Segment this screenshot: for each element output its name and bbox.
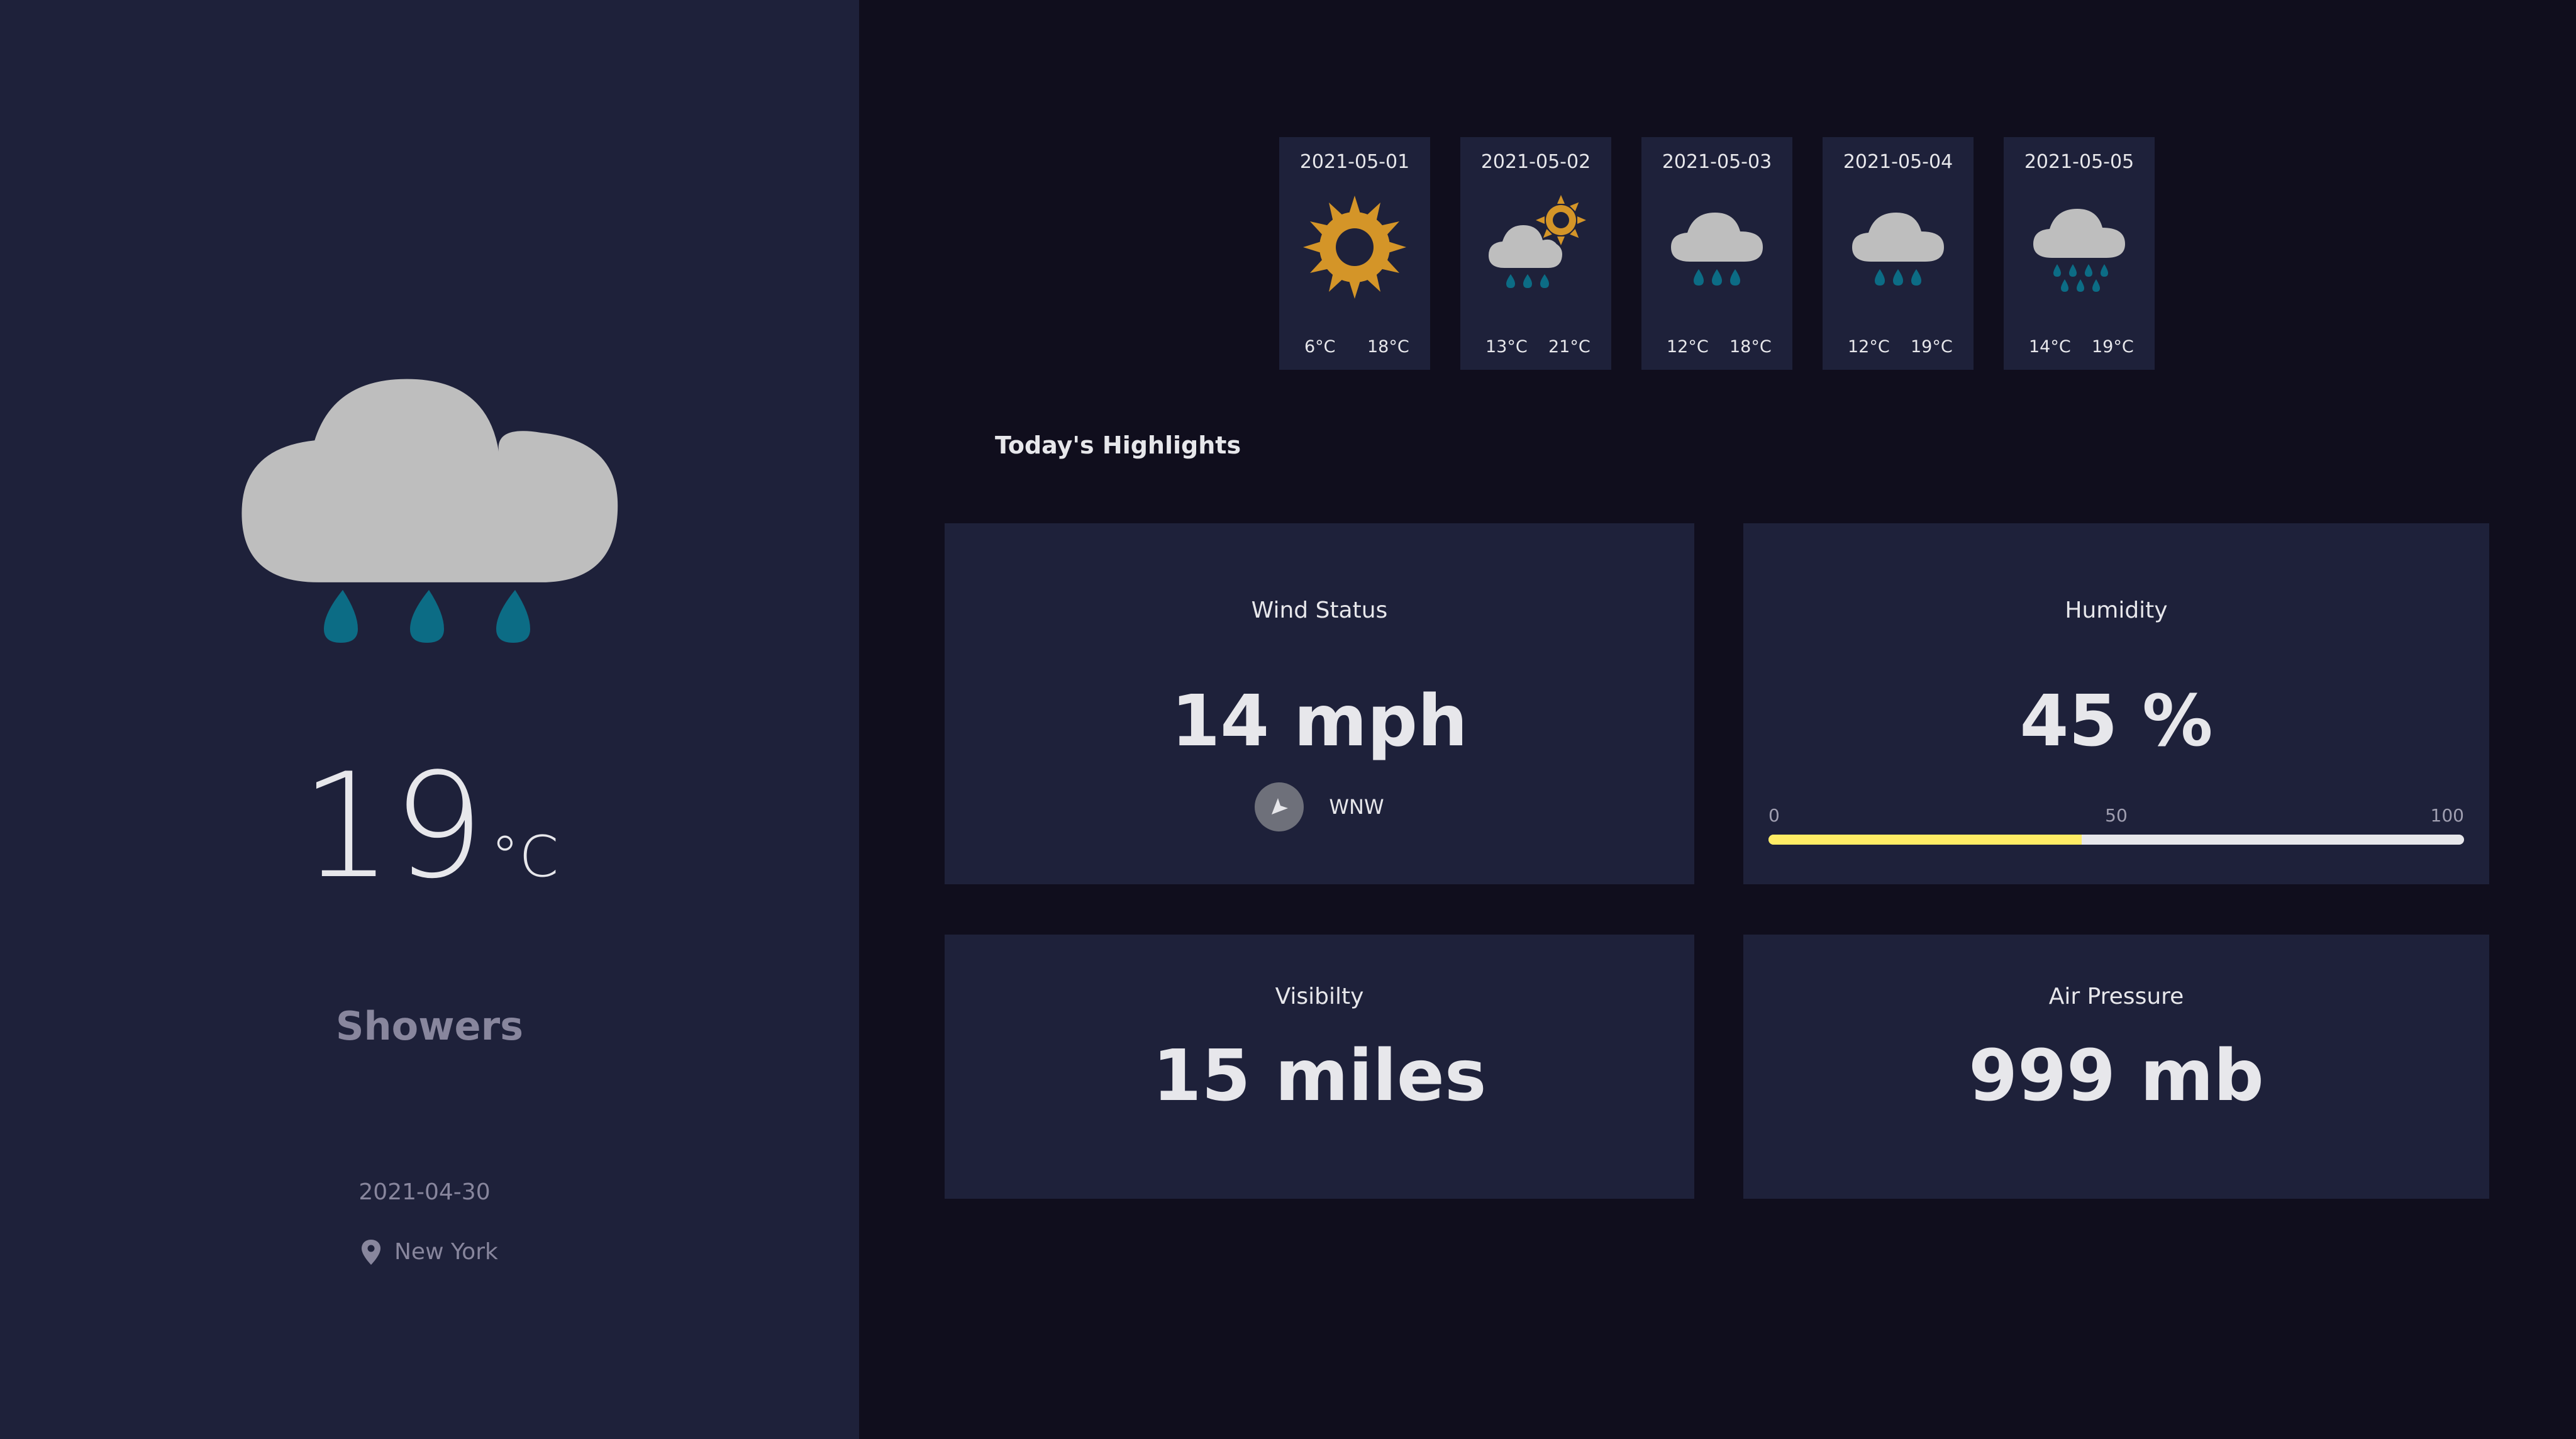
current-date: 2021-04-30	[358, 1179, 491, 1205]
humidity-bar	[1768, 835, 2464, 845]
forecast-card[interactable]: 2021-05-05 14°C 19°C	[2004, 137, 2155, 370]
forecast-date: 2021-05-02	[1480, 151, 1591, 173]
current-weather-panel: 19 °C Showers 2021-04-30 New York	[0, 0, 859, 1439]
location-pin-icon	[362, 1239, 380, 1265]
visibility-card: Visibilty 15 miles	[945, 935, 1694, 1199]
humidity-value: 45 %	[2019, 681, 2213, 762]
forecast-card[interactable]: 2021-05-04 12°C 19°C	[1823, 137, 1974, 370]
forecast-min-temp: 13°C	[1485, 337, 1528, 357]
visibility-label: Visibilty	[1275, 984, 1364, 1009]
forecast-min-temp: 6°C	[1304, 337, 1336, 357]
location-name: New York	[394, 1239, 498, 1265]
humidity-bar-fill	[1768, 835, 2082, 845]
scale-min: 0	[1768, 805, 1780, 826]
highlights-title: Today's Highlights	[995, 431, 1241, 459]
humidity-label: Humidity	[2065, 597, 2168, 623]
forecast-max-temp: 18°C	[1729, 337, 1772, 357]
current-temperature: 19 °C	[0, 755, 859, 899]
humidity-card: Humidity 45 % 0 50 100	[1743, 523, 2489, 884]
forecast-card[interactable]: 2021-05-01 6°C 18°C	[1279, 137, 1430, 370]
shower-icon	[242, 379, 618, 643]
scale-mid: 50	[2105, 805, 2128, 826]
air-pressure-card: Air Pressure 999 mb	[1743, 935, 2489, 1199]
forecast-min-temp: 12°C	[1667, 337, 1709, 357]
wind-direction-label: WNW	[1329, 795, 1384, 819]
temperature-value: 19	[300, 743, 485, 911]
wind-direction: WNW	[945, 782, 1694, 831]
humidity-scale: 0 50 100	[1768, 805, 2464, 830]
forecast-date: 2021-05-05	[2024, 151, 2135, 173]
forecast-min-temp: 14°C	[2029, 337, 2071, 357]
wind-status-card: Wind Status 14 mph WNW	[945, 523, 1694, 884]
wind-status-value: 14 mph	[1171, 681, 1468, 762]
forecast-max-temp: 21°C	[1548, 337, 1591, 357]
wind-status-label: Wind Status	[1251, 597, 1388, 623]
light-rain-icon	[1671, 213, 1763, 286]
forecast-date: 2021-05-03	[1662, 151, 1772, 173]
navigation-arrow-icon	[1255, 782, 1304, 831]
forecast-date: 2021-05-04	[1843, 151, 1953, 173]
forecast-min-temp: 12°C	[1848, 337, 1890, 357]
forecast-card[interactable]: 2021-05-02 13°C 21°C	[1460, 137, 1611, 370]
forecast-card[interactable]: 2021-05-03 12°C 18°C	[1641, 137, 1792, 370]
air-pressure-label: Air Pressure	[2048, 984, 2184, 1009]
forecast-date: 2021-05-01	[1299, 151, 1410, 173]
light-rain-icon	[1852, 213, 1944, 286]
location: New York	[362, 1239, 498, 1265]
light-rain-sun-icon	[1489, 195, 1586, 288]
sun-icon	[1303, 196, 1406, 299]
visibility-value: 15 miles	[1152, 1035, 1487, 1117]
weather-condition: Showers	[335, 1003, 524, 1049]
scale-max: 100	[2430, 805, 2464, 826]
forecast-max-temp: 19°C	[2092, 337, 2134, 357]
forecast-max-temp: 18°C	[1367, 337, 1409, 357]
temperature-unit: °C	[491, 824, 559, 890]
heavy-rain-icon	[2033, 209, 2125, 292]
forecast-max-temp: 19°C	[1911, 337, 1953, 357]
air-pressure-value: 999 mb	[1968, 1035, 2264, 1117]
